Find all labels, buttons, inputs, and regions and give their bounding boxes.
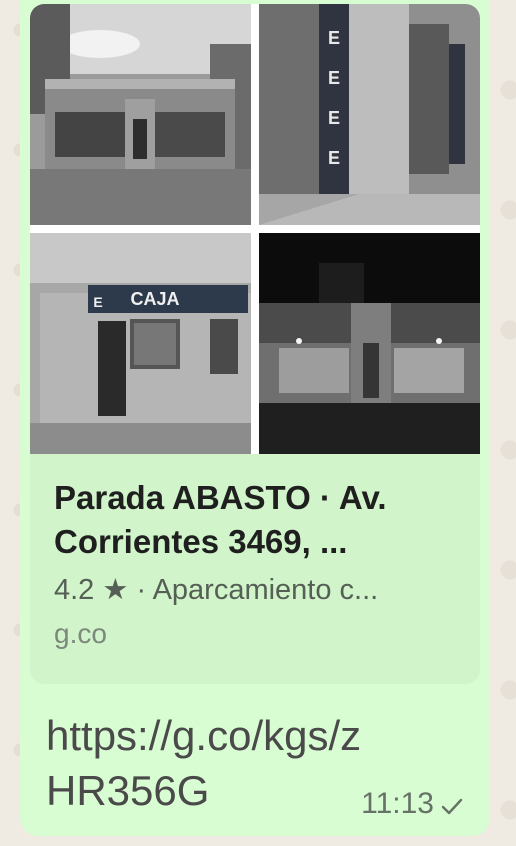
caja-sign-text: CAJA bbox=[130, 289, 179, 309]
link-preview-text: Parada ABASTO · Av. Corrientes 3469, ...… bbox=[54, 476, 464, 650]
svg-text:E: E bbox=[328, 68, 340, 88]
preview-photo-e-sign-columns: E E E E bbox=[259, 4, 480, 225]
star-icon: ★ bbox=[102, 574, 129, 606]
message-time: 11:13 bbox=[361, 787, 434, 820]
preview-photo-caja-booth: CAJA E bbox=[30, 233, 251, 454]
link-preview-card[interactable]: E E E E CAJA E Parada ABASTO · Av. Corri… bbox=[30, 4, 480, 684]
svg-text:E: E bbox=[328, 28, 340, 48]
preview-photo-garage-night bbox=[259, 233, 480, 454]
outgoing-message-bubble[interactable]: E E E E CAJA E Parada ABASTO · Av. Corri… bbox=[20, 0, 490, 836]
e-sign-letter: E bbox=[93, 294, 102, 310]
preview-title[interactable]: Parada ABASTO · Av. Corrientes 3469, ... bbox=[54, 476, 464, 564]
preview-photo-grid: E E E E CAJA E bbox=[30, 4, 480, 454]
place-category: · Aparcamiento c... bbox=[136, 574, 379, 606]
message-meta: 11:13 bbox=[361, 787, 464, 821]
rating-value: 4.2 bbox=[54, 574, 95, 606]
message-link[interactable]: https://g.co/kgs/zHR356G bbox=[46, 708, 376, 818]
preview-domain: g.co bbox=[54, 618, 107, 649]
svg-text:E: E bbox=[328, 148, 340, 168]
preview-meta: 4.2 ★ · Aparcamiento c... bbox=[54, 572, 464, 608]
single-check-icon bbox=[440, 792, 464, 816]
preview-photo-garage-entrance-day bbox=[30, 4, 251, 225]
svg-text:E: E bbox=[328, 108, 340, 128]
